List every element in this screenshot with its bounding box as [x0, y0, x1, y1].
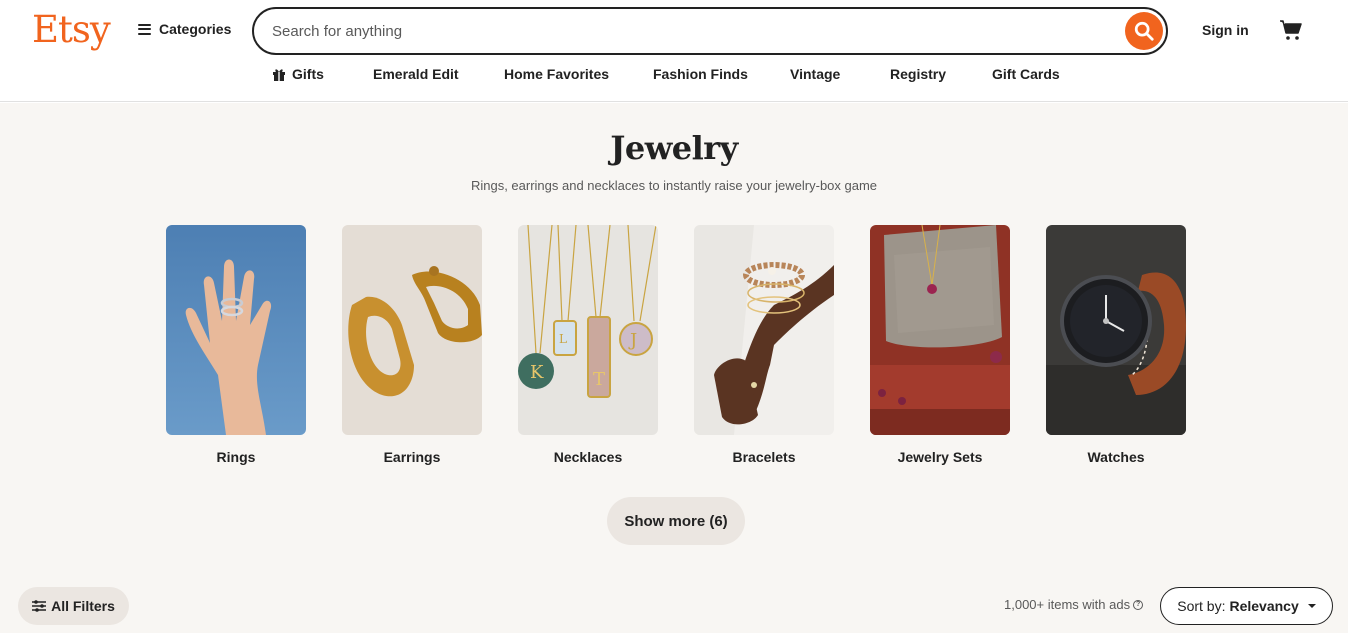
svg-text:L: L [559, 332, 567, 346]
site-header: Etsy Categories Sign in [0, 0, 1348, 102]
svg-text:T: T [593, 369, 605, 390]
nav-item-registry[interactable]: Registry [890, 66, 946, 82]
necklaces-image: K L T J [518, 225, 658, 435]
search-button[interactable] [1125, 12, 1163, 50]
search-input[interactable] [272, 9, 1112, 53]
results-text: 1,000+ items with ads [1004, 597, 1131, 612]
nav-item-label: Gifts [292, 66, 324, 82]
category-nav: Gifts Emerald Edit Home Favorites Fashio… [0, 66, 1348, 90]
nav-item-fashion-finds[interactable]: Fashion Finds [653, 66, 748, 82]
category-card-jewelry-sets[interactable]: Jewelry Sets [870, 225, 1010, 465]
nav-item-gifts[interactable]: Gifts [272, 66, 324, 82]
cart-button[interactable] [1279, 18, 1303, 42]
sort-dropdown[interactable]: Sort by: Relevancy [1160, 587, 1333, 625]
earrings-image [342, 225, 482, 435]
watches-image [1046, 225, 1186, 435]
category-label: Rings [216, 449, 256, 465]
results-count: 1,000+ items with ads ? [1004, 597, 1144, 612]
cart-icon [1280, 20, 1302, 40]
category-card-bracelets[interactable]: Bracelets [694, 225, 834, 465]
hamburger-icon [138, 23, 151, 35]
search-icon [1134, 21, 1154, 41]
sign-in-link[interactable]: Sign in [1202, 22, 1249, 38]
category-card-earrings[interactable]: Earrings [342, 225, 482, 465]
nav-item-emerald-edit[interactable]: Emerald Edit [373, 66, 459, 82]
info-icon[interactable]: ? [1133, 599, 1144, 610]
category-card-necklaces[interactable]: K L T J Necklaces [518, 225, 658, 465]
category-label: Earrings [383, 449, 441, 465]
svg-text:J: J [628, 330, 637, 351]
category-card-watches[interactable]: Watches [1046, 225, 1186, 465]
jewelry-sets-image [870, 225, 1010, 435]
sort-value: Relevancy [1229, 598, 1299, 614]
all-filters-label: All Filters [51, 598, 115, 614]
categories-label: Categories [159, 21, 232, 37]
categories-menu-button[interactable]: Categories [138, 21, 231, 37]
search-bar [252, 7, 1168, 55]
all-filters-button[interactable]: All Filters [18, 587, 129, 625]
nav-item-home-favorites[interactable]: Home Favorites [504, 66, 609, 82]
category-label: Jewelry Sets [897, 449, 983, 465]
sort-prefix: Sort by: [1177, 598, 1226, 614]
filter-sliders-icon [32, 600, 47, 612]
category-label: Bracelets [732, 449, 796, 465]
category-label: Watches [1087, 449, 1145, 465]
bracelets-image [694, 225, 834, 435]
svg-text:K: K [530, 362, 544, 383]
show-more-button[interactable]: Show more (6) [607, 497, 745, 545]
etsy-logo[interactable]: Etsy [32, 8, 111, 51]
nav-item-vintage[interactable]: Vintage [790, 66, 840, 82]
page-subtitle: Rings, earrings and necklaces to instant… [470, 178, 878, 193]
nav-item-gift-cards[interactable]: Gift Cards [992, 66, 1060, 82]
category-label: Necklaces [553, 449, 623, 465]
page-title: Jewelry [610, 129, 738, 167]
category-card-rings[interactable]: Rings [166, 225, 306, 465]
rings-image [166, 225, 306, 435]
gift-icon [273, 69, 285, 81]
caret-down-icon [1307, 604, 1316, 608]
